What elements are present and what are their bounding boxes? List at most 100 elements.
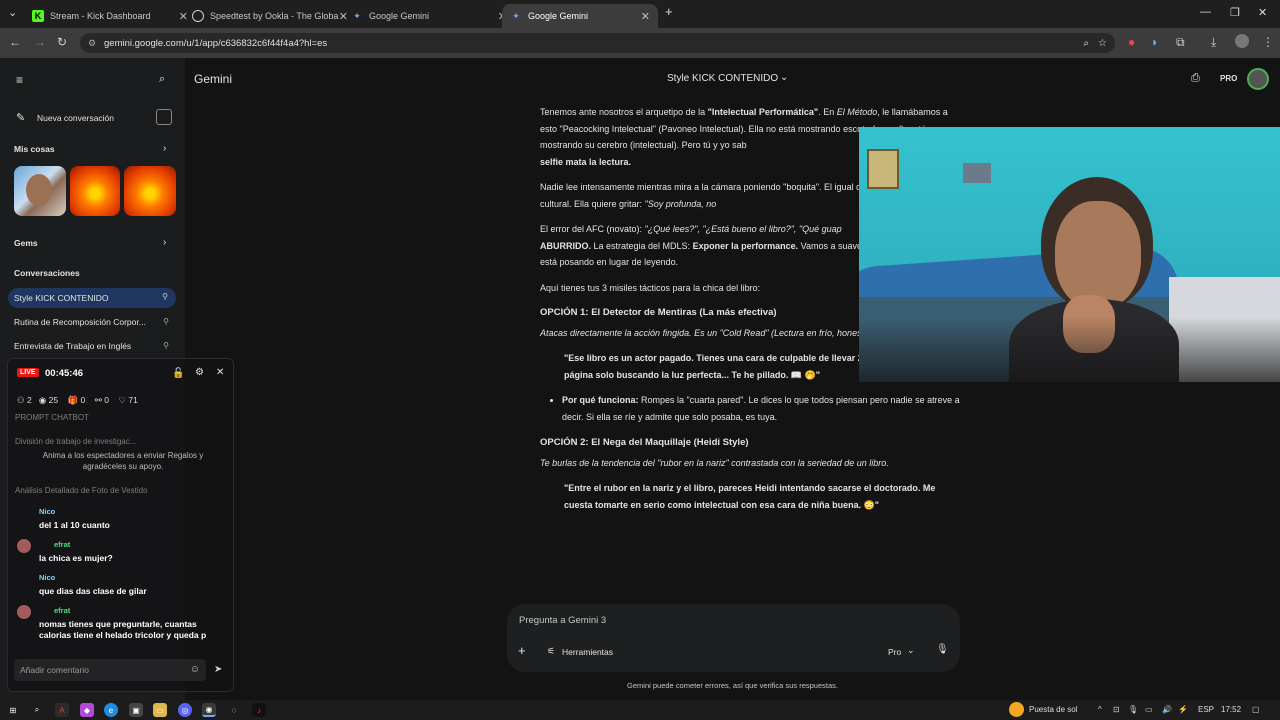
my-stuff-thumb-2[interactable] xyxy=(70,166,120,216)
bold-text: Exponer la performance. xyxy=(692,240,799,251)
comment-input[interactable]: Añadir comentario ☺ xyxy=(14,659,206,681)
menu-kebab-icon[interactable]: ⋮ xyxy=(1262,35,1274,49)
lock-icon[interactable]: 🔓 xyxy=(172,368,184,379)
chat-username[interactable]: efrat xyxy=(54,540,70,549)
pin-icon[interactable]: ⚲ xyxy=(163,341,169,350)
reload-icon[interactable]: ↻ xyxy=(57,35,67,49)
chevron-down-icon[interactable]: ⌄ xyxy=(780,72,788,83)
chat-username[interactable]: Nico xyxy=(39,507,55,516)
tray-chevron-icon[interactable]: ^ xyxy=(1098,705,1102,714)
hamburger-menu-icon[interactable]: ≡ xyxy=(16,73,23,87)
chat-message: del 1 al 10 cuanto xyxy=(39,520,110,530)
downloads-icon[interactable]: ⤓ xyxy=(1211,35,1216,50)
weather-icon[interactable] xyxy=(1009,702,1024,717)
search-icon[interactable]: ⌕ xyxy=(30,703,44,717)
gems-heading[interactable]: Gems xyxy=(14,238,38,248)
chevron-right-icon[interactable]: › xyxy=(163,237,166,248)
bold-text: Por qué funciona: xyxy=(562,395,639,405)
conversation-item[interactable]: Rutina de Recomposición Corpor... ⚲ xyxy=(0,314,185,332)
pin-icon[interactable]: ⚲ xyxy=(163,317,169,326)
account-avatar[interactable] xyxy=(1247,68,1269,90)
app-icon[interactable]: A xyxy=(55,703,69,717)
app-icon[interactable]: ◆ xyxy=(80,703,94,717)
temporary-chat-icon[interactable] xyxy=(156,109,172,125)
my-stuff-heading[interactable]: Mis cosas xyxy=(14,144,55,154)
conversation-title[interactable]: Style KICK CONTENIDO xyxy=(667,73,778,84)
italic-text: Atacas directamente la acción fingida. E… xyxy=(540,327,872,338)
my-stuff-thumb-3[interactable] xyxy=(124,166,176,216)
tab-speedtest[interactable]: Speedtest by Ookla - The Globa ✕ xyxy=(184,4,356,28)
conversation-item-selected[interactable]: Style KICK CONTENIDO ⚲ xyxy=(8,288,176,308)
tiktok-icon[interactable]: ♪ xyxy=(252,703,266,717)
emoji-icon[interactable]: ☺ xyxy=(190,664,200,675)
windows-start-icon[interactable]: ⊞ xyxy=(6,703,20,717)
chevron-down-icon[interactable]: ⌄ xyxy=(907,645,915,656)
extension-audio-icon[interactable]: ◗ xyxy=(1151,35,1158,49)
tab-search-icon[interactable]: ⌄ xyxy=(8,6,17,19)
chevron-right-icon[interactable]: › xyxy=(163,143,166,154)
mode-selector[interactable]: Pro xyxy=(888,647,901,657)
kick-stream-overlay: LIVE 00:45:46 🔓 ⚙ ✕ ⚇ 2 ◉ 25 🎁 0 ⚯ 0 ♡ 7… xyxy=(7,358,234,692)
share-icon[interactable]: ⎙ xyxy=(1191,72,1200,85)
profile-avatar[interactable] xyxy=(1235,34,1249,48)
store-icon[interactable]: ▣ xyxy=(129,703,143,717)
settings-gear-icon[interactable]: ⚙ xyxy=(195,367,204,378)
volume-icon[interactable]: 🔊 xyxy=(1162,705,1172,714)
pin-icon[interactable]: ⚲ xyxy=(162,292,168,301)
network-icon[interactable]: ⚡ xyxy=(1178,705,1188,714)
microphone-icon[interactable]: 🎙 xyxy=(936,644,949,655)
bullet-list: Por qué funciona: Rompes la "cuarta pare… xyxy=(562,392,960,425)
site-info-icon[interactable]: ⚙ xyxy=(88,38,96,49)
close-window-icon[interactable]: ✕ xyxy=(1258,6,1267,19)
add-icon[interactable]: + xyxy=(518,643,526,658)
new-chat-button[interactable]: Nueva conversación xyxy=(37,113,114,123)
stream-stats: ⚇ 2 ◉ 25 🎁 0 ⚯ 0 ♡ 71 xyxy=(17,395,138,406)
forward-icon[interactable]: → xyxy=(34,35,46,49)
minimize-icon[interactable]: — xyxy=(1200,6,1211,18)
chat-message: que dias das clase de gilar xyxy=(39,586,147,596)
extension-record-icon[interactable]: ● xyxy=(1128,35,1135,49)
address-bar[interactable]: ⚙ gemini.google.com/u/1/app/c636832c6f44… xyxy=(80,33,1115,53)
conversation-label: Entrevista de Trabajo en Inglés xyxy=(14,341,132,351)
text: . En xyxy=(818,107,837,117)
weather-text[interactable]: Puesta de sol xyxy=(1029,705,1077,714)
bold-text: ABURRIDO. xyxy=(540,240,591,251)
chat-username[interactable]: efrat xyxy=(54,606,70,615)
tab-gemini-1[interactable]: ✦ Google Gemini ✕ xyxy=(343,4,515,28)
likes-icon: ♡ xyxy=(118,395,127,405)
notification-icon[interactable]: ▢ xyxy=(1252,705,1260,714)
gemini-logo-text: Gemini xyxy=(194,72,233,86)
display-icon[interactable]: ▭ xyxy=(1145,705,1153,714)
discord-icon[interactable]: ◎ xyxy=(178,703,192,717)
language-indicator[interactable]: ESP xyxy=(1198,705,1214,714)
folder-icon[interactable]: ▭ xyxy=(153,703,167,717)
tray-app-icon[interactable]: ⊡ xyxy=(1113,705,1120,714)
tab-gemini-2[interactable]: ✦ Google Gemini ✕ xyxy=(502,4,658,28)
close-icon[interactable]: ✕ xyxy=(641,10,650,23)
clock[interactable]: 17:52 xyxy=(1221,705,1241,714)
prompt-input[interactable]: Pregunta a Gemini 3 xyxy=(519,615,606,626)
avatar xyxy=(17,605,31,619)
conversation-item[interactable]: Entrevista de Trabajo en Inglés ⚲ xyxy=(0,338,185,356)
ghost-sidebar-item: PROMPT CHATBOT xyxy=(15,413,89,422)
stream-timer: 00:45:46 xyxy=(45,368,84,379)
send-icon[interactable]: ➤ xyxy=(214,664,222,675)
text: La estrategia del MDLS: xyxy=(591,240,693,251)
edge-icon[interactable]: e xyxy=(104,703,118,717)
zoom-icon[interactable]: ⌕ xyxy=(1083,38,1089,49)
chrome-icon[interactable]: ◉ xyxy=(202,703,216,717)
my-stuff-thumb-1[interactable] xyxy=(14,166,66,216)
close-icon[interactable]: ✕ xyxy=(216,367,224,378)
chat-username[interactable]: Nico xyxy=(39,573,55,582)
tools-button[interactable]: Herramientas xyxy=(562,647,613,657)
bookmark-star-icon[interactable]: ☆ xyxy=(1098,38,1107,49)
tab-kick-dashboard[interactable]: K Stream - Kick Dashboard ✕ xyxy=(24,4,196,28)
obs-icon[interactable]: ◌ xyxy=(227,703,241,717)
search-icon[interactable]: ⌕ xyxy=(159,73,165,86)
tray-app-icon[interactable]: 🎙 xyxy=(1128,705,1138,714)
webcam-overlay xyxy=(859,127,1280,382)
back-icon[interactable]: ← xyxy=(9,35,21,49)
extensions-puzzle-icon[interactable]: ⧉ xyxy=(1176,35,1185,50)
new-tab-icon[interactable]: + xyxy=(665,4,673,19)
maximize-icon[interactable]: ❐ xyxy=(1230,6,1240,19)
